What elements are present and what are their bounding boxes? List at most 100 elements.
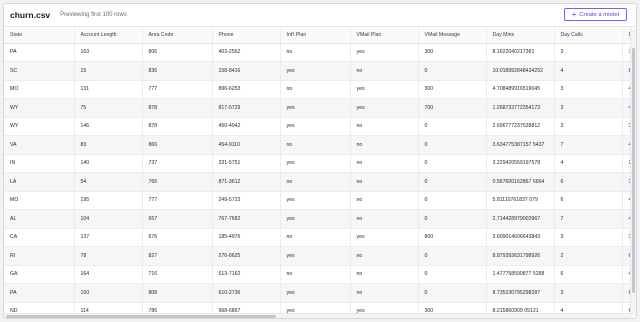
column-header[interactable]: VMail Plan	[350, 28, 419, 44]
column-header[interactable]: State	[4, 28, 75, 44]
column-header[interactable]: Day Calls	[554, 28, 623, 44]
table-cell: no	[350, 283, 419, 303]
table-cell: PA	[4, 43, 75, 62]
table-cell: 331-5751	[212, 154, 281, 173]
table-cell: 8.1622040217381	[486, 43, 555, 62]
table-cell: 700	[418, 98, 487, 118]
table-cell: 866	[142, 135, 213, 155]
table-cell: 15	[74, 61, 143, 81]
table-cell: yes	[280, 283, 351, 303]
table-cell: no	[350, 135, 419, 155]
table-cell: 3.229420559197578	[486, 154, 555, 173]
table-row: IN 140 737 331-5751 yes no 0 3.229420559197578 4…	[4, 154, 632, 173]
table-row: WY 146 878 450-4942 yes no 0 2.696777237538812 3…	[4, 117, 632, 136]
table-cell: 4.708489916519045	[486, 80, 555, 99]
table-cell: GA	[4, 265, 75, 284]
table-cell: WY	[4, 98, 75, 118]
table-cell: 808	[142, 283, 213, 303]
table-cell: 276-8625	[212, 246, 281, 266]
table-cell: 8.879393631798926	[486, 246, 555, 266]
table-cell: 3	[554, 43, 623, 62]
table-cell: yes	[280, 117, 351, 136]
table-cell: no	[350, 246, 419, 266]
create-model-button[interactable]: + Create a model	[563, 8, 627, 21]
table-cell: yes	[280, 209, 351, 229]
table-cell: RI	[4, 246, 75, 266]
table-row: AL 104 657 767-7682 yes no 0 2.714428979003967 7…	[4, 209, 632, 229]
table-cell: 150	[74, 283, 143, 303]
horizontal-scroll-thumb[interactable]	[6, 315, 276, 318]
column-header[interactable]: Phone	[212, 28, 281, 44]
table-cell: no	[280, 265, 351, 284]
table-cell: 1.268733772354173	[486, 98, 555, 118]
data-table: State Account Length Area Code Phone Int'l P…	[4, 28, 632, 315]
table-cell: no	[350, 172, 419, 192]
table-cell: 0	[418, 154, 487, 173]
table-cell: 146	[74, 117, 143, 136]
table-cell: 676	[142, 228, 213, 247]
table-cell: CA	[4, 228, 75, 247]
table-cell: yes	[350, 43, 419, 62]
table-cell: yes	[280, 61, 351, 81]
plus-icon: +	[571, 9, 577, 19]
vertical-scroll-thumb[interactable]	[632, 48, 635, 293]
table-cell: yes	[280, 154, 351, 173]
table-cell: 878	[142, 117, 213, 136]
table-header-row: State Account Length Area Code Phone Int'l P…	[4, 28, 632, 44]
table-cell: 54	[74, 172, 143, 192]
table-cell: 163	[74, 43, 143, 62]
table-cell: 5.81110761837 079	[486, 191, 555, 210]
table-cell: 0	[418, 209, 487, 229]
table-cell: 6	[554, 265, 623, 284]
column-header[interactable]: Day Mins	[486, 28, 555, 44]
table-row: LA 54 766 871-3612 no no 0 0.567600162867 6664 6…	[4, 172, 632, 192]
table-cell: 4	[554, 61, 623, 81]
table-cell: 164	[74, 265, 143, 284]
table-cell: 6	[554, 191, 623, 210]
table-cell: AL	[4, 209, 75, 229]
table-cell: 7	[554, 135, 623, 155]
table-cell: 0	[418, 135, 487, 155]
create-model-label: Create a model	[579, 11, 619, 18]
column-header[interactable]: Int'l Plan	[280, 28, 351, 44]
table-cell: no	[350, 191, 419, 210]
table-cell: 0	[418, 265, 487, 284]
table-cell: no	[280, 228, 351, 247]
table-cell: IN	[4, 154, 75, 173]
table-cell: SC	[4, 61, 75, 81]
table-cell: yes	[280, 191, 351, 210]
table-cell: yes	[350, 228, 419, 247]
table-body: PA 163 806 403-2562 no yes 300 8.1622040217381 3…	[4, 43, 632, 315]
column-header[interactable]: Account Length	[74, 28, 143, 44]
table-cell: MO	[4, 191, 75, 210]
table-cell: no	[350, 154, 419, 173]
table-cell: 0	[418, 172, 487, 192]
column-header[interactable]: VMail Message	[418, 28, 487, 44]
table-row: SC 15 836 158-8416 yes no 0 10.018992848434252 4…	[4, 61, 632, 81]
data-table-container[interactable]: State Account Length Area Code Phone Int'l P…	[4, 28, 632, 315]
table-cell: 0	[418, 246, 487, 266]
table-cell: 249-5723	[212, 191, 281, 210]
horizontal-scrollbar[interactable]	[4, 313, 632, 318]
table-cell: 827	[142, 246, 213, 266]
vertical-scrollbar[interactable]	[630, 28, 636, 315]
table-cell: 0	[418, 283, 487, 303]
table-cell: 0	[418, 61, 487, 81]
table-row: PA 163 806 403-2562 no yes 300 8.1622040217381 3…	[4, 43, 632, 62]
table-cell: 613-7162	[212, 265, 281, 284]
table-cell: 75	[74, 98, 143, 118]
table-cell: 7	[554, 209, 623, 229]
table-cell: 3.609014606643843	[486, 228, 555, 247]
table-cell: 766	[142, 172, 213, 192]
table-cell: 2	[554, 246, 623, 266]
table-cell: no	[350, 209, 419, 229]
table-cell: 3.634775387157 5437	[486, 135, 555, 155]
table-cell: 871-3612	[212, 172, 281, 192]
table-cell: 3	[554, 80, 623, 99]
column-header[interactable]: Area Code	[142, 28, 213, 44]
table-cell: 737	[142, 154, 213, 173]
table-cell: yes	[350, 98, 419, 118]
table-cell: 403-2562	[212, 43, 281, 62]
table-cell: MO	[4, 80, 75, 99]
table-cell: no	[350, 117, 419, 136]
